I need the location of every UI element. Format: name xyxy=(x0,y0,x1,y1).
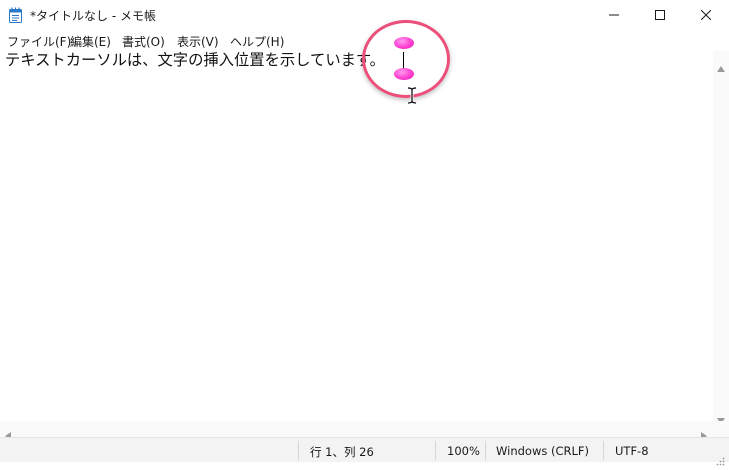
status-divider xyxy=(435,441,436,460)
minimize-icon xyxy=(609,10,619,20)
cursor-position: 行 1、列 26 xyxy=(310,445,374,459)
menu-view[interactable]: 表示(V) xyxy=(177,33,219,50)
horizontal-scrollbar[interactable] xyxy=(0,421,713,440)
status-divider xyxy=(485,441,486,460)
status-bar: 行 1、列 26 100% Windows (CRLF) UTF-8 xyxy=(0,437,729,462)
close-button[interactable] xyxy=(683,0,729,30)
vertical-scrollbar[interactable] xyxy=(713,51,729,424)
encoding: UTF-8 xyxy=(615,444,649,458)
menu-edit[interactable]: 編集(E) xyxy=(70,33,111,50)
notepad-window: *タイトルなし - メモ帳 ファイル(F) 編集(E) 書式(O) 表示(V) … xyxy=(0,0,729,466)
close-icon xyxy=(701,10,711,20)
status-divider xyxy=(603,441,604,460)
zoom-level: 100% xyxy=(447,444,480,458)
menu-file[interactable]: ファイル(F) xyxy=(7,33,71,50)
scrollbar-corner xyxy=(713,421,729,437)
window-title: *タイトルなし - メモ帳 xyxy=(30,9,156,23)
title-bar[interactable]: *タイトルなし - メモ帳 xyxy=(0,0,729,30)
menu-help[interactable]: ヘルプ(H) xyxy=(230,33,284,50)
maximize-icon xyxy=(655,10,665,20)
notepad-icon xyxy=(9,7,22,23)
scroll-up-arrow-icon[interactable] xyxy=(717,57,725,76)
resize-grip-icon[interactable] xyxy=(715,451,725,466)
line-ending: Windows (CRLF) xyxy=(496,444,590,458)
status-divider xyxy=(298,441,299,460)
cursor-highlight-circle xyxy=(362,20,450,98)
minimize-button[interactable] xyxy=(591,0,637,30)
maximize-button[interactable] xyxy=(637,0,683,30)
editor-content[interactable]: テキストカーソルは、文字の挿入位置を示しています。 xyxy=(5,51,385,69)
menu-format[interactable]: 書式(O) xyxy=(122,33,165,50)
text-editor[interactable]: テキストカーソルは、文字の挿入位置を示しています。 xyxy=(1,37,713,421)
ibeam-cursor-icon xyxy=(407,86,417,105)
